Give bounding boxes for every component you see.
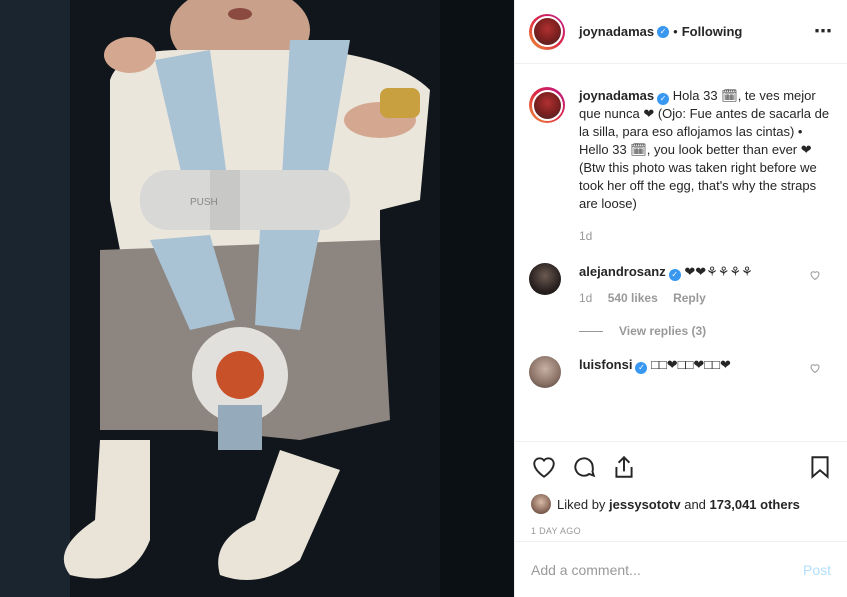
comment-username[interactable]: alejandrosanz: [579, 264, 666, 279]
more-options-icon[interactable]: ⋯: [814, 21, 833, 42]
comment-time[interactable]: 1d: [579, 291, 592, 305]
commenter-avatar[interactable]: [529, 356, 561, 388]
comment-bubble-icon[interactable]: [571, 454, 597, 480]
post-comment-button[interactable]: Post: [803, 562, 831, 578]
comment-item: alejandrosanz ✓ ❤❤⚘⚘⚘⚘ 1d 540 likes Reply: [529, 263, 833, 307]
post-photo[interactable]: PUSH: [0, 0, 514, 597]
view-replies-line: [579, 330, 603, 332]
likes-summary: Liked by jessysototv and 173,041 others: [531, 494, 833, 514]
post-timestamp[interactable]: 1 DAY AGO: [531, 526, 833, 536]
post-side-panel: joynadamas ✓ • Following ⋯ joynadamas ✓ H…: [514, 0, 847, 597]
separator-dot: •: [673, 24, 678, 39]
likes-middle: and: [684, 496, 706, 512]
caption: joynadamas ✓ Hola 33 🗓, te ves mejor que …: [529, 87, 833, 245]
liker-avatar[interactable]: [531, 494, 551, 514]
like-comment-icon[interactable]: [809, 269, 821, 281]
view-replies-label: View replies (3): [619, 324, 707, 338]
comment-username[interactable]: luisfonsi: [579, 357, 632, 372]
svg-text:PUSH: PUSH: [190, 197, 218, 208]
author-username[interactable]: joynadamas: [579, 24, 654, 39]
following-button[interactable]: Following: [682, 24, 743, 39]
caption-time[interactable]: 1d: [579, 229, 592, 243]
liker-username[interactable]: jessysototv: [609, 497, 681, 512]
likes-prefix: Liked by: [557, 496, 606, 512]
commenter-avatar[interactable]: [529, 263, 561, 295]
verified-badge-icon: ✓: [657, 93, 670, 105]
comment-likes[interactable]: 540 likes: [608, 291, 658, 305]
post-header: joynadamas ✓ • Following ⋯: [515, 0, 847, 64]
caption-avatar[interactable]: [529, 87, 565, 123]
comment-text: ❤❤⚘⚘⚘⚘: [684, 264, 753, 279]
verified-badge-icon: ✓: [657, 25, 670, 38]
reply-button[interactable]: Reply: [673, 291, 706, 305]
author-avatar[interactable]: [529, 13, 565, 50]
caption-username[interactable]: joynadamas: [579, 88, 654, 103]
bookmark-icon[interactable]: [807, 454, 833, 480]
comment-text: □□❤□□❤□□❤: [651, 357, 731, 372]
comment-input[interactable]: [531, 561, 803, 578]
baby-in-car-seat-image: PUSH: [0, 0, 514, 597]
like-comment-icon[interactable]: [809, 362, 821, 374]
comments-list[interactable]: joynadamas ✓ Hola 33 🗓, te ves mejor que …: [515, 65, 847, 441]
likes-count[interactable]: 173,041 others: [710, 497, 800, 512]
add-comment-bar: Post: [515, 541, 847, 597]
like-heart-icon[interactable]: [531, 454, 557, 480]
verified-badge-icon: ✓: [668, 269, 681, 281]
verified-badge-icon: ✓: [635, 362, 648, 374]
caption-text: Hola 33 🗓, te ves mejor que nunca ❤ (Ojo…: [579, 88, 830, 211]
post-actions: Liked by jessysototv and 173,041 others …: [515, 441, 847, 536]
share-icon[interactable]: [611, 454, 637, 480]
view-replies-button[interactable]: View replies (3): [579, 324, 833, 338]
comment-item: luisfonsi ✓ □□❤□□❤□□❤: [529, 356, 833, 388]
